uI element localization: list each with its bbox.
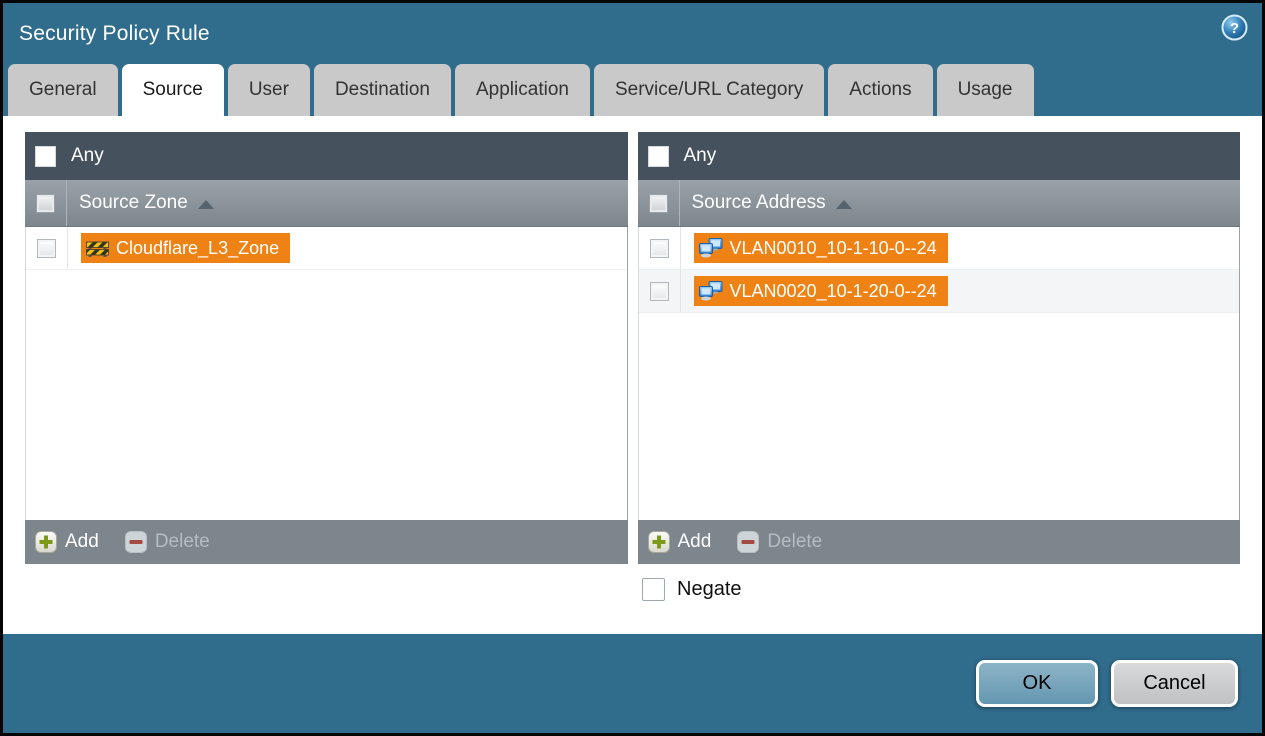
source-address-row[interactable]: VLAN0020_10-1-20-0--24 [638,270,1239,313]
source-address-name: VLAN0020_10-1-20-0--24 [729,280,937,301]
security-policy-rule-dialog: Security Policy Rule ? General Source Us… [0,0,1265,736]
source-zone-any-checkbox[interactable] [35,145,56,167]
source-address-column-header: Source Address [637,180,1240,227]
negate-label: Negate [677,578,742,600]
zone-barrier-icon [86,241,109,257]
tab-usage[interactable]: Usage [936,64,1034,116]
tab-bar: General Source User Destination Applicat… [3,64,1262,116]
tab-actions[interactable]: Actions [828,64,933,116]
tab-destination[interactable]: Destination [313,64,451,116]
source-zone-toolbar: Add Delete [25,520,628,564]
source-zone-any-header: Any [25,132,628,180]
tab-general[interactable]: General [8,64,118,116]
source-zone-panel: Any Source Zone Cloudflare_L3_Zone Add D… [25,132,628,564]
source-address-any-checkbox[interactable] [647,145,669,167]
ok-button[interactable]: OK [976,660,1098,707]
source-address-any-header: Any [637,132,1240,180]
source-zone-any-label: Any [71,145,104,166]
network-address-icon [698,281,722,301]
source-zone-add-button[interactable]: Add [35,531,99,553]
source-address-name: VLAN0010_10-1-10-0--24 [729,237,937,258]
svg-text:?: ? [1230,20,1239,37]
dialog-titlebar: Security Policy Rule ? [3,3,1262,64]
source-zone-row-checkbox[interactable] [37,238,56,258]
sort-ascending-icon [197,200,214,209]
tab-source[interactable]: Source [121,64,224,116]
source-address-select-all-checkbox[interactable] [648,193,668,213]
negate-checkbox[interactable] [642,578,665,601]
dialog-footer: OK Cancel [3,634,1262,733]
dialog-title: Security Policy Rule [19,21,210,45]
tab-application[interactable]: Application [455,64,590,116]
add-plus-icon [35,531,57,553]
tab-user[interactable]: User [227,64,310,116]
source-address-toolbar: Add Delete [637,520,1240,564]
source-address-list: VLAN0010_10-1-10-0--24 VLAN0020_10-1-20-… [637,227,1240,520]
network-address-icon [698,238,722,258]
source-zone-row[interactable]: Cloudflare_L3_Zone [26,227,627,270]
source-zone-column-header: Source Zone [25,180,628,227]
source-zone-list: Cloudflare_L3_Zone [25,227,628,520]
source-address-tag[interactable]: VLAN0020_10-1-20-0--24 [693,276,948,306]
help-icon[interactable]: ? [1221,14,1248,41]
tab-content-source: Any Source Zone Cloudflare_L3_Zone Add D… [3,116,1262,634]
source-zone-column-label[interactable]: Source Zone [79,180,214,226]
source-zone-name: Cloudflare_L3_Zone [116,237,280,258]
source-address-tag[interactable]: VLAN0010_10-1-10-0--24 [693,233,948,263]
source-address-column-label[interactable]: Source Address [692,180,852,226]
source-address-row-checkbox[interactable] [649,238,669,258]
delete-minus-icon [737,531,760,553]
tab-service-url-category[interactable]: Service/URL Category [593,64,825,116]
source-address-delete-button[interactable]: Delete [737,531,822,553]
source-zone-delete-button[interactable]: Delete [124,531,210,553]
source-zone-tag[interactable]: Cloudflare_L3_Zone [81,233,291,263]
source-address-any-label: Any [683,145,717,166]
add-plus-icon [647,531,670,553]
cancel-button[interactable]: Cancel [1111,660,1238,707]
negate-option: Negate [642,578,1240,601]
source-address-panel: Any Source Address VLAN0010_10-1-10-0--2… [637,132,1240,564]
source-zone-select-all-checkbox[interactable] [36,193,55,213]
source-address-row[interactable]: VLAN0010_10-1-10-0--24 [638,227,1239,270]
delete-minus-icon [124,531,147,553]
sort-ascending-icon [835,200,852,209]
source-address-row-checkbox[interactable] [649,281,669,301]
source-address-add-button[interactable]: Add [647,531,711,553]
